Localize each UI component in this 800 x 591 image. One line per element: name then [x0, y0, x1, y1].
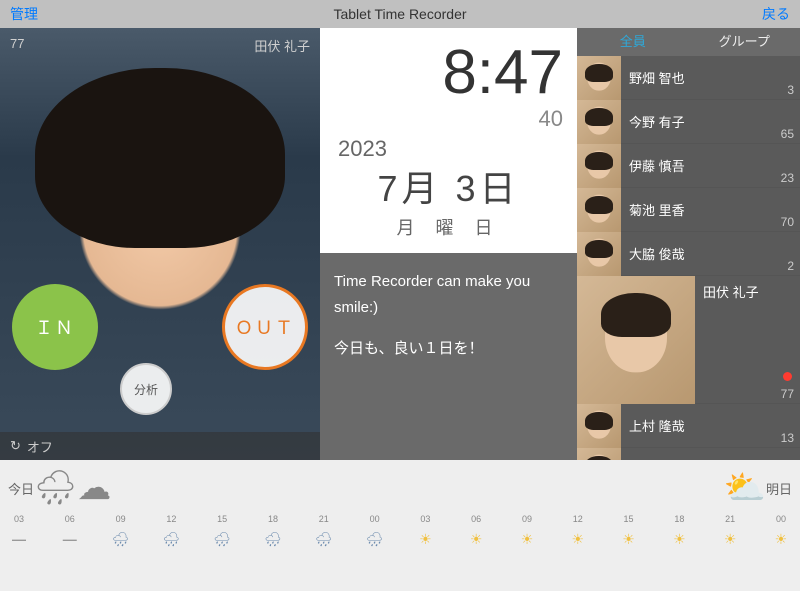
message-line-2: 今日も、良い１日を！ [334, 336, 563, 362]
employee-name: 今野 有子 [629, 112, 800, 131]
camera-preview: 77 田伏 礼子 ＩＮ ＯＵＴ 分析 ↻ オフ [0, 28, 320, 460]
timer-icon: ↻ [10, 438, 21, 454]
sun-cloud-icon: ⛅ [724, 468, 766, 508]
clock-panel: 8:47 40 2023 7月 3日 月 曜 日 [320, 28, 577, 253]
message-line-1: Time Recorder can make you smile:) [334, 269, 563, 320]
employee-number: 13 [781, 431, 794, 445]
tab-all[interactable]: 全員 [577, 28, 689, 56]
weather-hour: 09 [110, 514, 132, 524]
rain-icon: 🌧 [313, 528, 335, 550]
analyze-button[interactable]: 分析 [120, 363, 172, 415]
sun-icon: ☀ [465, 528, 487, 550]
employee-name: 大脇 俊哉 [629, 244, 800, 263]
employee-number: 65 [781, 127, 794, 141]
employee-number: 23 [781, 171, 794, 185]
employee-avatar [577, 56, 621, 100]
sun-icon: ☀ [516, 528, 538, 550]
camera-footer: ↻ オフ [0, 432, 320, 460]
weather-today-label: 今日 [8, 479, 34, 498]
employee-avatar [577, 448, 621, 461]
sun-icon: ☀ [567, 528, 589, 550]
employee-name: 上村 隆哉 [629, 416, 800, 435]
camera-employee-name: 田伏 礼子 [254, 36, 310, 55]
sun-icon: ☀ [770, 528, 792, 550]
sun-icon: ☀ [668, 528, 690, 550]
weather-hour: 15 [211, 514, 233, 524]
employee-name: 菊池 里香 [629, 200, 800, 219]
employee-row[interactable]: 田伏 礼子 77 [577, 276, 800, 404]
employee-avatar [577, 188, 621, 232]
weather-hour: 18 [668, 514, 690, 524]
sun-icon: ☀ [719, 528, 741, 550]
employee-row[interactable]: 大脇 俊哉2 [577, 232, 800, 276]
weather-icons-row: — — 🌧 🌧 🌧 🌧 🌧 🌧 ☀ ☀ ☀ ☀ ☀ ☀ ☀ ☀ [8, 528, 792, 550]
dash-icon: — [59, 528, 81, 550]
employee-number: 3 [787, 83, 794, 97]
weather-hour: 06 [465, 514, 487, 524]
employee-number: 70 [781, 215, 794, 229]
employee-name: 田伏 礼子 [703, 282, 800, 301]
manage-button[interactable]: 管理 [10, 4, 38, 24]
employee-avatar [577, 232, 621, 276]
sun-icon: ☀ [618, 528, 640, 550]
cloud-icon: ☁ [77, 468, 111, 508]
employee-tabs: 全員 グループ [577, 28, 800, 56]
clock-year: 2023 [338, 136, 563, 162]
clock-seconds: 40 [334, 106, 563, 132]
weather-hour: 15 [618, 514, 640, 524]
rain-icon: 🌧 [160, 528, 182, 550]
employee-number: 2 [787, 259, 794, 273]
weather-hour: 18 [262, 514, 284, 524]
rain-cloud-icon: 🌧 [34, 468, 77, 508]
clock-out-button[interactable]: ＯＵＴ [222, 284, 308, 370]
employee-row[interactable]: 伊藤 慎吾23 [577, 144, 800, 188]
weather-hour: 12 [160, 514, 182, 524]
weather-hours-row: 03 06 09 12 15 18 21 00 03 06 09 12 15 18 21 00 [8, 514, 792, 524]
employee-row[interactable]: 菊池 里香70 [577, 188, 800, 232]
titlebar: 管理 Tablet Time Recorder 戻る [0, 0, 800, 28]
record-dot-icon [783, 372, 792, 381]
dash-icon: — [8, 528, 30, 550]
weather-hour: 00 [364, 514, 386, 524]
clock-day: 月 曜 日 [334, 214, 563, 240]
timer-status: オフ [27, 437, 53, 456]
sun-icon: ☀ [414, 528, 436, 550]
back-button[interactable]: 戻る [762, 4, 790, 24]
camera-employee-number: 77 [10, 36, 24, 55]
employee-avatar [577, 276, 695, 404]
employee-name: 野畑 智也 [629, 68, 800, 87]
app-title: Tablet Time Recorder [333, 6, 466, 22]
message-panel: Time Recorder can make you smile:) 今日も、良… [320, 253, 577, 460]
clock-date: 7月 3日 [334, 160, 563, 212]
weather-hour: 06 [59, 514, 81, 524]
weather-hour: 21 [313, 514, 335, 524]
employee-avatar [577, 144, 621, 188]
clock-in-button[interactable]: ＩＮ [12, 284, 98, 370]
employee-number: 77 [781, 387, 794, 401]
tab-group[interactable]: グループ [689, 28, 800, 56]
weather-hour: 00 [770, 514, 792, 524]
employee-row[interactable]: 上村 隆哉13 [577, 404, 800, 448]
employee-row[interactable]: 野畑 智也3 [577, 56, 800, 100]
weather-hour: 12 [567, 514, 589, 524]
weather-hour: 03 [8, 514, 30, 524]
rain-icon: 🌧 [110, 528, 132, 550]
weather-hour: 09 [516, 514, 538, 524]
rain-icon: 🌧 [262, 528, 284, 550]
clock-time: 8:47 [334, 42, 563, 104]
employee-list[interactable]: 野畑 智也3今野 有子65伊藤 慎吾23菊池 里香70大脇 俊哉2田伏 礼子77… [577, 56, 800, 460]
employee-avatar [577, 100, 621, 144]
employee-row[interactable]: 青木 麻里子71 [577, 448, 800, 460]
employee-name: 伊藤 慎吾 [629, 156, 800, 175]
weather-panel: 今日 🌧 ☁ ⛅ 明日 03 06 09 12 15 18 21 00 03 06 09 12 15 18… [0, 460, 800, 591]
weather-hour: 21 [719, 514, 741, 524]
employee-row[interactable]: 今野 有子65 [577, 100, 800, 144]
employee-avatar [577, 404, 621, 448]
rain-icon: 🌧 [364, 528, 386, 550]
weather-tomorrow-label: 明日 [766, 479, 792, 498]
weather-hour: 03 [414, 514, 436, 524]
rain-icon: 🌧 [211, 528, 233, 550]
